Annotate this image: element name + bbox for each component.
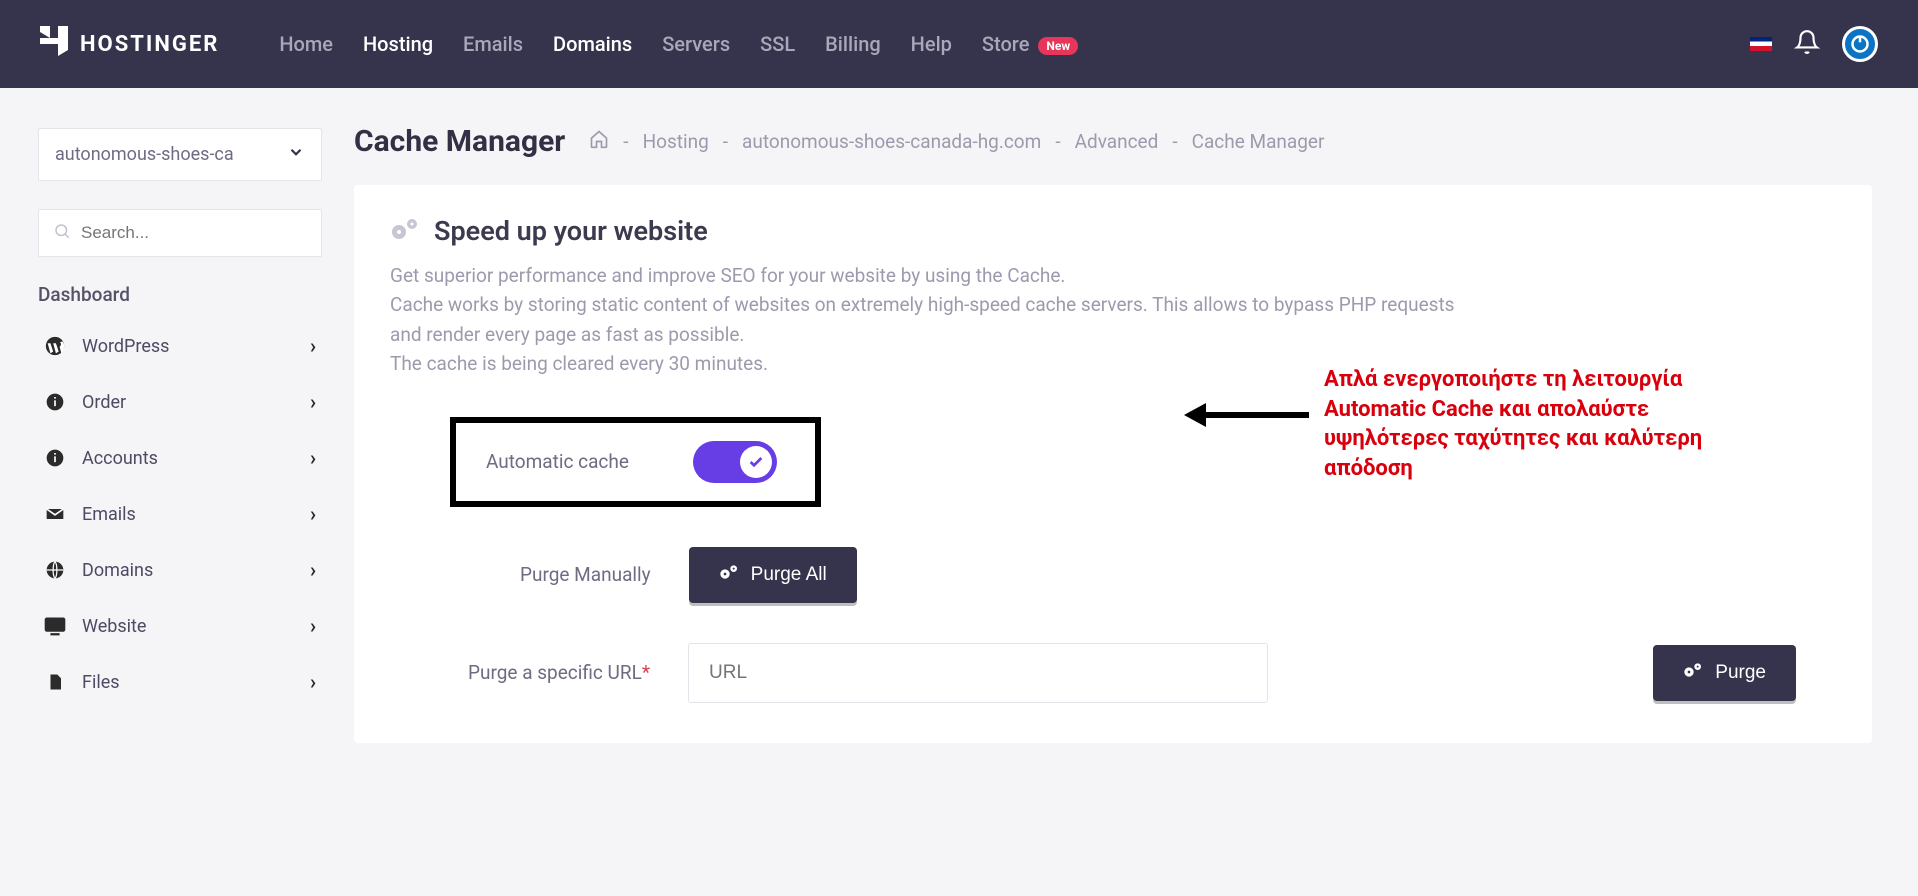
envelope-icon: [44, 503, 66, 525]
domain-select-label: autonomous-shoes-ca: [55, 144, 234, 165]
callout-text: Απλά ενεργοποιήστε τη λειτουργία Automat…: [1324, 365, 1744, 484]
sidebar-item-website[interactable]: Website ›: [38, 598, 322, 654]
topbar-right: [1750, 26, 1878, 62]
nav-domains[interactable]: Domains: [553, 32, 632, 56]
chevron-right-icon: ›: [310, 614, 316, 638]
sidebar-item-label: Website: [82, 616, 146, 637]
sidebar-item-label: WordPress: [82, 336, 169, 357]
purge-url-row: Purge a specific URL* Purge: [450, 643, 1836, 703]
card-desc-2: Cache works by storing static content of…: [390, 290, 1490, 349]
card-cache-manager: Speed up your website Get superior perfo…: [354, 185, 1872, 743]
nav-billing[interactable]: Billing: [825, 32, 881, 56]
sidebar-item-label: Accounts: [82, 448, 158, 469]
sidebar-item-accounts[interactable]: Accounts ›: [38, 430, 322, 486]
sidebar-item-label: Order: [82, 392, 126, 413]
card-title: Speed up your website: [434, 215, 708, 247]
purge-manually-label: Purge Manually: [520, 563, 651, 586]
gears-icon: [719, 563, 739, 587]
wordpress-icon: [44, 335, 66, 357]
breadcrumb: -Hosting -autonomous-shoes-canada-hg.com…: [589, 129, 1324, 154]
chevron-down-icon: [287, 143, 305, 166]
search-wrap: [38, 209, 322, 257]
gears-icon: [390, 216, 420, 246]
sidebar-item-label: Domains: [82, 560, 153, 581]
nav-home[interactable]: Home: [279, 32, 333, 56]
info-icon: [44, 447, 66, 469]
main: Cache Manager -Hosting -autonomous-shoes…: [330, 88, 1888, 743]
brand-logo[interactable]: HOSTINGER: [40, 26, 219, 62]
purge-button[interactable]: Purge: [1653, 645, 1796, 701]
chevron-right-icon: ›: [310, 558, 316, 582]
auto-cache-box: Automatic cache: [450, 417, 821, 507]
purge-url-input[interactable]: [688, 643, 1268, 703]
search-input[interactable]: [81, 223, 307, 243]
domain-select[interactable]: autonomous-shoes-ca: [38, 128, 322, 181]
sidebar-item-domains[interactable]: Domains ›: [38, 542, 322, 598]
nav-emails[interactable]: Emails: [463, 32, 523, 56]
nav-hosting[interactable]: Hosting: [363, 32, 433, 56]
sidebar-item-files[interactable]: Files ›: [38, 654, 322, 710]
chevron-right-icon: ›: [310, 390, 316, 414]
sidebar: autonomous-shoes-ca Dashboard WordPress …: [30, 88, 330, 743]
layout: autonomous-shoes-ca Dashboard WordPress …: [0, 88, 1918, 743]
nav-store[interactable]: Store New: [982, 32, 1078, 56]
logo-icon: [40, 26, 68, 62]
sidebar-item-emails[interactable]: Emails ›: [38, 486, 322, 542]
sidebar-item-label: Files: [82, 672, 120, 693]
flag-icon[interactable]: [1750, 37, 1772, 51]
crumb-current: Cache Manager: [1192, 130, 1325, 153]
page-head: Cache Manager -Hosting -autonomous-shoes…: [354, 124, 1872, 159]
sidebar-item-label: Emails: [82, 504, 136, 525]
chevron-right-icon: ›: [310, 446, 316, 470]
crumb-domain[interactable]: autonomous-shoes-canada-hg.com: [742, 130, 1041, 153]
info-icon: [44, 391, 66, 413]
globe-icon: [44, 559, 66, 581]
chevron-right-icon: ›: [310, 334, 316, 358]
topbar: HOSTINGER Home Hosting Emails Domains Se…: [0, 0, 1918, 88]
monitor-icon: [44, 615, 66, 637]
sidebar-heading: Dashboard: [38, 283, 322, 306]
crumb-hosting[interactable]: Hosting: [643, 130, 709, 153]
card-desc-1: Get superior performance and improve SEO…: [390, 261, 1490, 290]
toggle-knob: [740, 446, 772, 478]
auto-cache-toggle[interactable]: [693, 441, 777, 483]
nav-ssl[interactable]: SSL: [760, 32, 795, 56]
primary-nav: Home Hosting Emails Domains Servers SSL …: [279, 32, 1078, 56]
page-title: Cache Manager: [354, 124, 565, 159]
nav-servers[interactable]: Servers: [662, 32, 730, 56]
chevron-right-icon: ›: [310, 502, 316, 526]
file-icon: [44, 671, 66, 693]
bell-icon[interactable]: [1794, 29, 1820, 59]
sidebar-item-order[interactable]: Order ›: [38, 374, 322, 430]
avatar[interactable]: [1842, 26, 1878, 62]
nav-help[interactable]: Help: [911, 32, 952, 56]
search-icon: [53, 222, 71, 244]
card-head: Speed up your website: [390, 215, 1836, 247]
home-icon[interactable]: [589, 129, 609, 154]
purge-url-label: Purge a specific URL*: [450, 661, 650, 684]
brand-text: HOSTINGER: [80, 32, 219, 57]
crumb-advanced[interactable]: Advanced: [1075, 130, 1159, 153]
new-badge: New: [1038, 37, 1078, 55]
auto-cache-label: Automatic cache: [486, 450, 629, 473]
purge-manually-row: Purge Manually Purge All: [450, 547, 857, 603]
purge-all-button[interactable]: Purge All: [689, 547, 857, 603]
arrow-annotation: [1184, 395, 1314, 439]
chevron-right-icon: ›: [310, 670, 316, 694]
gears-icon: [1683, 661, 1703, 685]
sidebar-item-wordpress[interactable]: WordPress ›: [38, 318, 322, 374]
